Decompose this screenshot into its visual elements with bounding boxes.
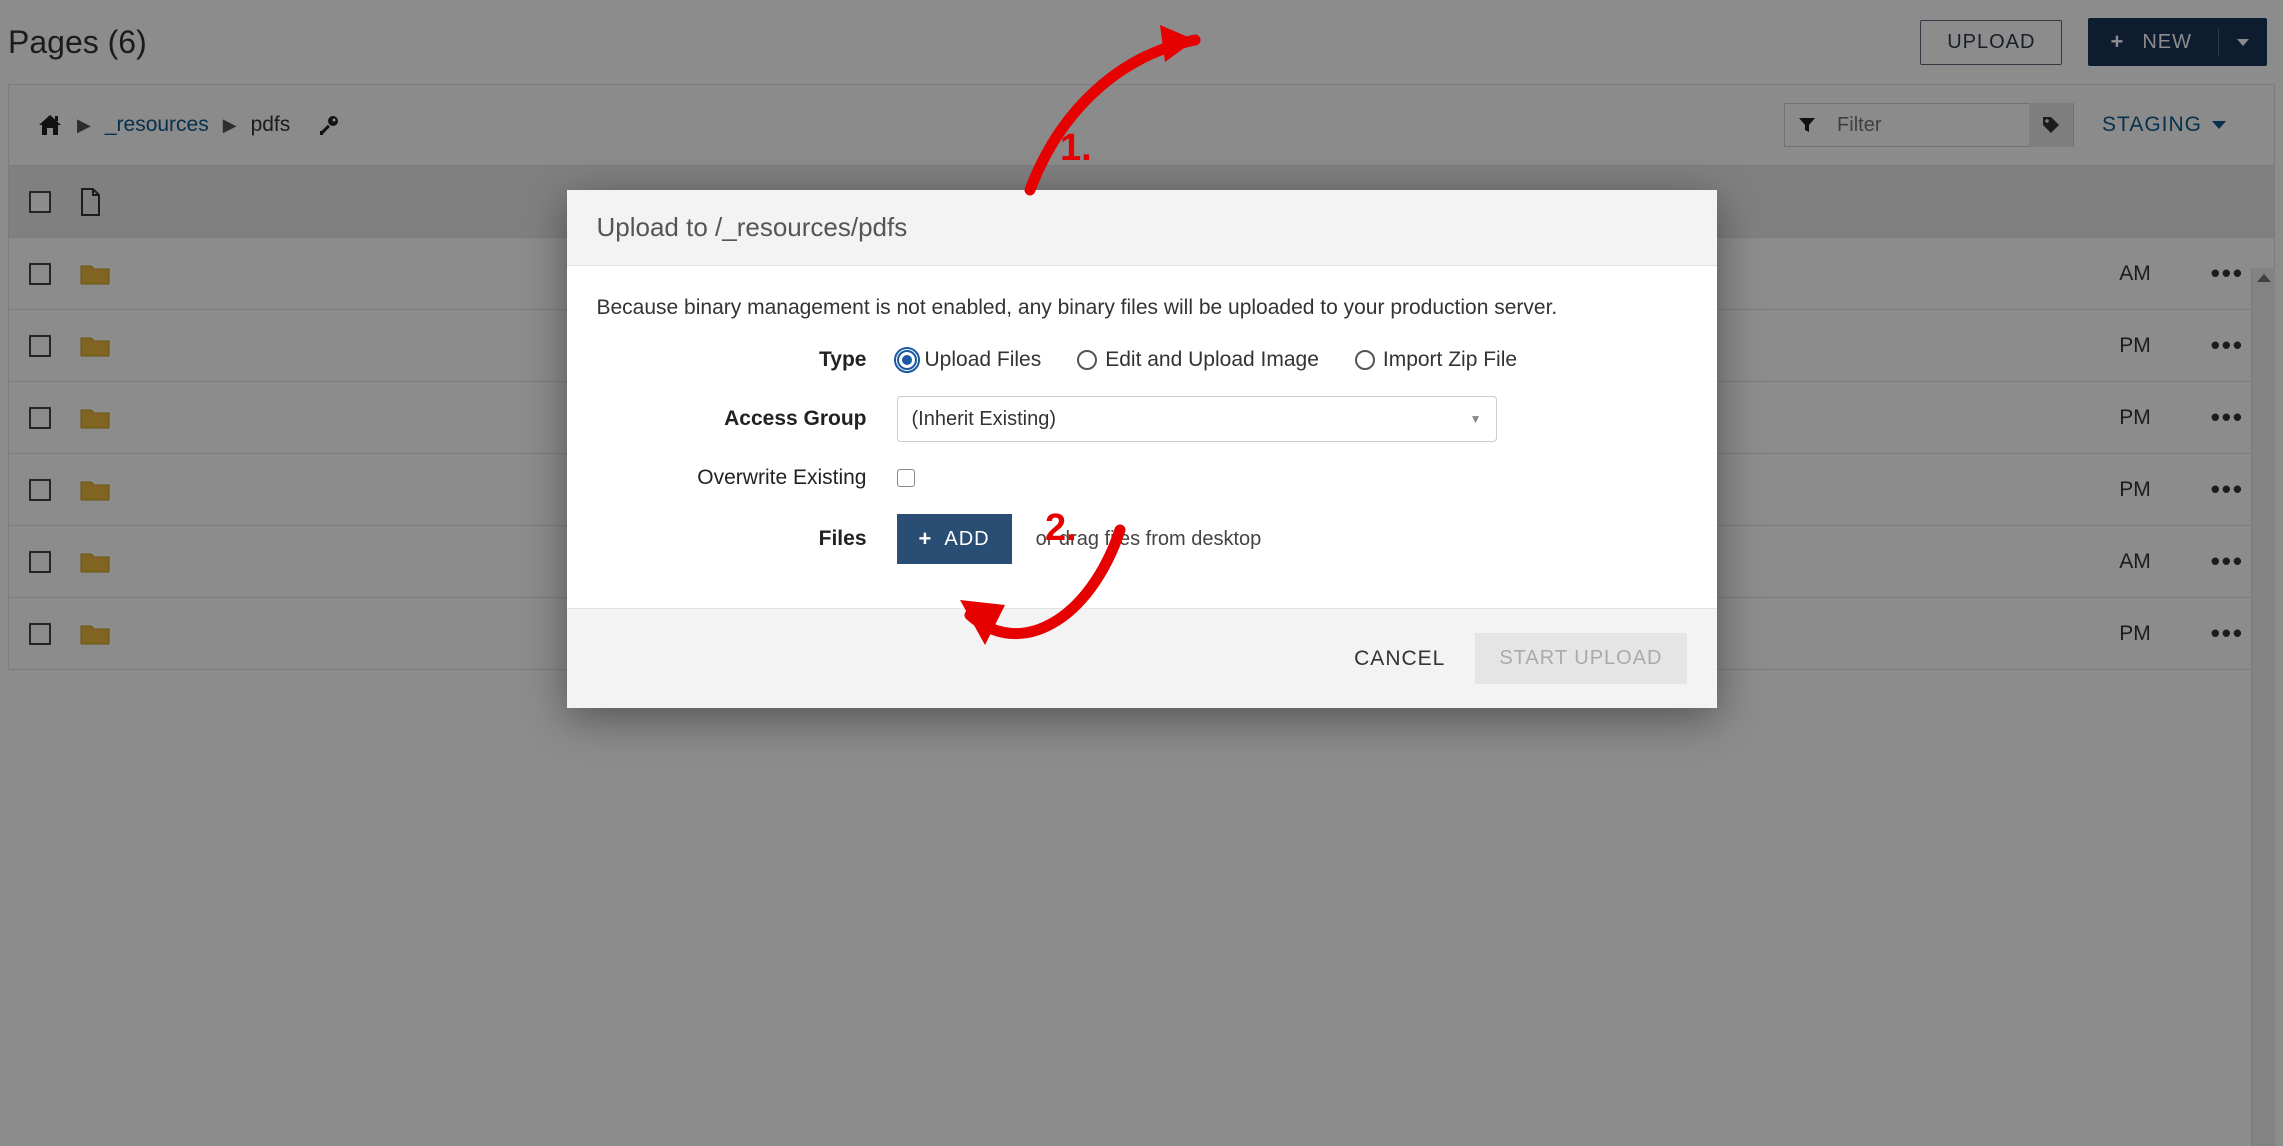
overwrite-checkbox[interactable]	[897, 469, 915, 487]
add-label: ADD	[944, 528, 989, 551]
files-label: Files	[597, 527, 897, 551]
access-group-label: Access Group	[597, 407, 897, 431]
radio-label: Upload Files	[925, 348, 1042, 372]
caret-down-icon: ▼	[1470, 412, 1482, 426]
select-value: (Inherit Existing)	[912, 408, 1057, 431]
radio-label: Import Zip File	[1383, 348, 1517, 372]
cancel-button[interactable]: CANCEL	[1354, 647, 1445, 671]
modal-note: Because binary management is not enabled…	[597, 296, 1687, 320]
drag-hint: or drag files from desktop	[1036, 528, 1262, 551]
radio-edit-upload-image[interactable]: Edit and Upload Image	[1077, 348, 1319, 372]
radio-import-zip[interactable]: Import Zip File	[1355, 348, 1517, 372]
radio-upload-files[interactable]: Upload Files	[897, 348, 1042, 372]
upload-modal: Upload to /_resources/pdfs Because binar…	[567, 190, 1717, 708]
overwrite-label: Overwrite Existing	[597, 466, 897, 490]
radio-icon	[1077, 350, 1097, 370]
plus-icon: +	[919, 526, 933, 552]
add-files-button[interactable]: + ADD	[897, 514, 1012, 564]
start-upload-button[interactable]: START UPLOAD	[1475, 633, 1686, 684]
radio-icon	[897, 350, 917, 370]
radio-icon	[1355, 350, 1375, 370]
modal-title: Upload to /_resources/pdfs	[567, 190, 1717, 266]
radio-label: Edit and Upload Image	[1105, 348, 1319, 372]
type-label: Type	[597, 348, 897, 372]
access-group-select[interactable]: (Inherit Existing) ▼	[897, 396, 1497, 442]
